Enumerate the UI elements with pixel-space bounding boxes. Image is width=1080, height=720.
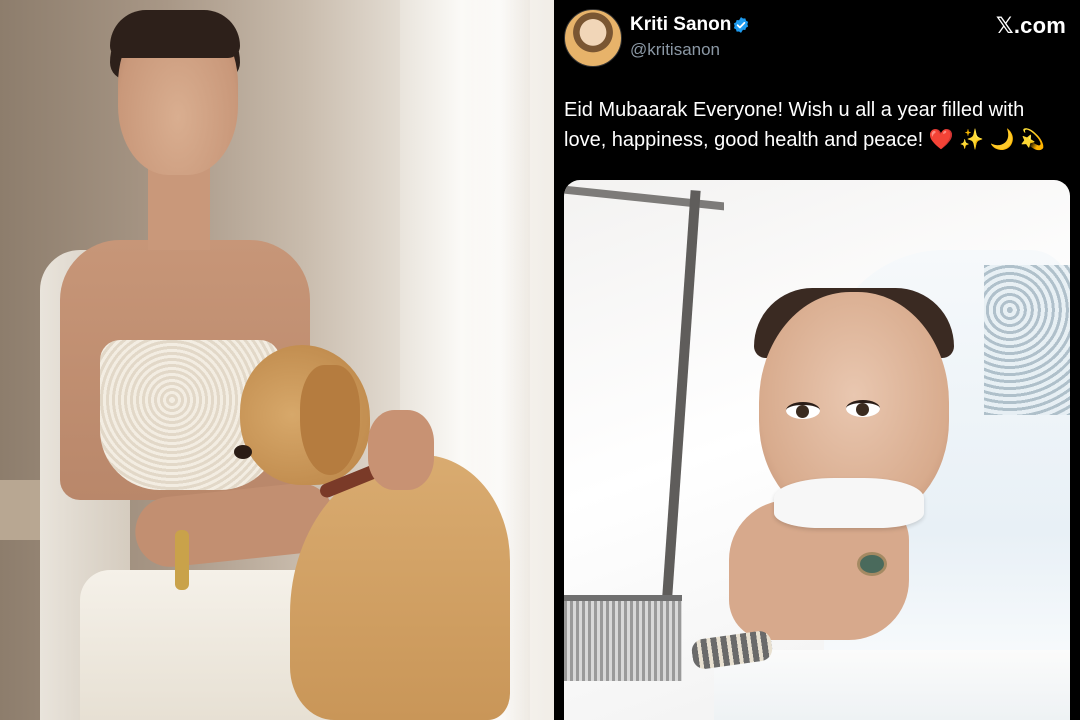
display-name[interactable]: Kriti Sanon <box>630 14 731 36</box>
left-eye <box>786 402 820 419</box>
cloth-over-mouth <box>774 478 924 528</box>
dog-ear <box>300 365 360 475</box>
hair-top <box>110 10 240 58</box>
handle[interactable]: @kritisanon <box>630 40 720 60</box>
wire-basket <box>564 595 682 681</box>
sleeve <box>714 650 1070 720</box>
tweet-card: Kriti Sanon @kritisanon 𝕏.com Eid Mubaar… <box>554 0 1080 720</box>
ring <box>857 552 887 576</box>
x-logo-icon: 𝕏.com <box>995 13 1066 38</box>
scarf-embroidery <box>984 265 1070 415</box>
dog-nose <box>234 445 252 459</box>
left-photo-woman-with-dog <box>0 0 554 720</box>
tweet-body: Eid Mubaarak Everyone! Wish u all a year… <box>564 99 1025 151</box>
sparkles-emoji-icon: ✨ <box>959 127 985 151</box>
verified-badge-icon <box>733 17 749 33</box>
dizzy-emoji-icon: 💫 <box>1020 127 1046 151</box>
golden-retriever-puppy <box>230 345 530 720</box>
background-furniture <box>0 480 40 540</box>
hand <box>368 410 434 490</box>
tweet-media-photo[interactable] <box>564 180 1070 720</box>
crescent-moon-emoji-icon: 🌙 <box>989 127 1015 151</box>
gold-bangle <box>175 530 189 590</box>
metal-pole <box>661 190 701 610</box>
profile-avatar[interactable] <box>564 9 622 67</box>
tweet-text: Eid Mubaarak Everyone! Wish u all a year… <box>564 96 1070 155</box>
heart-emoji-icon: ❤️ <box>928 127 954 151</box>
right-eye <box>846 400 880 417</box>
